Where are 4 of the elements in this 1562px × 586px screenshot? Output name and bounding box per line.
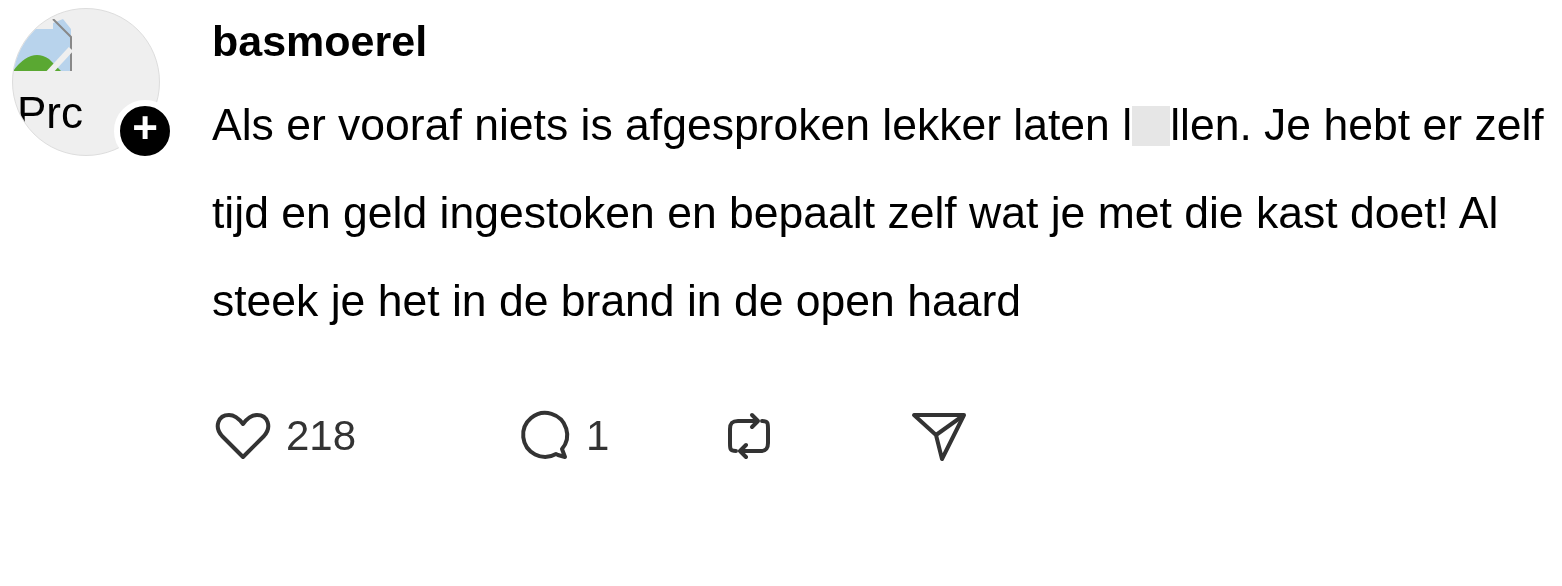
like-button[interactable]: 218 — [212, 405, 512, 467]
post-text: Als er vooraf niets is afgesproken lekker laten l llen. Je hebt er zelf tijd en geld ingestoken en bepaalt zelf wat je met die kast doet! Al steek je het in de brand in de open haard — [212, 99, 1545, 327]
username[interactable]: basmoerel — [212, 20, 1557, 63]
reply-button[interactable]: 1 — [512, 405, 718, 467]
